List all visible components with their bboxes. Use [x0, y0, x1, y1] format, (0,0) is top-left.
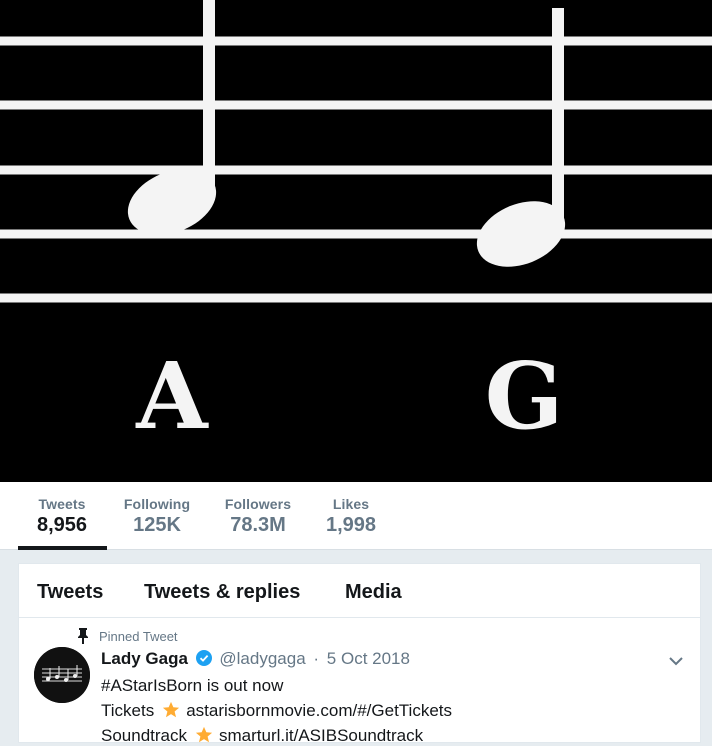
- profile-banner[interactable]: A G: [0, 0, 712, 482]
- star-icon: [195, 726, 213, 743]
- tweet-text-line-2: Tickets astarisbornmovie.com/#/GetTickets: [101, 701, 452, 721]
- stat-value: 8,956: [36, 514, 88, 536]
- stat-value: 1,998: [325, 514, 377, 536]
- active-stat-underline: [18, 546, 107, 550]
- stat-label: Following: [123, 496, 191, 512]
- banner-letter-g: G: [485, 342, 564, 450]
- stat-likes[interactable]: Likes 1,998: [320, 496, 382, 537]
- tab-tweets[interactable]: Tweets: [37, 581, 103, 604]
- tab-media[interactable]: Media: [345, 581, 402, 604]
- tickets-link[interactable]: astarisbornmovie.com/#/GetTickets: [186, 701, 452, 720]
- tweet-header: Lady Gaga @ladygaga · 5 Oct 2018: [101, 649, 410, 669]
- separator-dot: ·: [313, 649, 320, 668]
- author-handle[interactable]: @ladygaga: [219, 649, 305, 668]
- avatar-image: [34, 647, 90, 703]
- avatar[interactable]: [34, 647, 90, 703]
- stat-label: Tweets: [38, 496, 86, 512]
- tweet-date[interactable]: 5 Oct 2018: [327, 649, 410, 668]
- stat-followers[interactable]: Followers 78.3M: [222, 496, 294, 537]
- tweet-hashtag-text[interactable]: #AStarIsBorn is out now: [101, 676, 283, 695]
- timeline-tabs: Tweets Tweets & replies Media: [19, 564, 700, 618]
- star-icon: [163, 701, 180, 718]
- soundtrack-label: Soundtrack: [101, 726, 187, 745]
- pinned-label: Pinned Tweet: [99, 629, 178, 644]
- soundtrack-link[interactable]: smarturl.it/ASIBSoundtrack: [219, 726, 423, 745]
- tab-tweets-and-replies[interactable]: Tweets & replies: [144, 581, 300, 604]
- tickets-label: Tickets: [101, 701, 155, 720]
- stat-label: Likes: [332, 496, 370, 512]
- author-name[interactable]: Lady Gaga: [101, 649, 188, 668]
- timeline-panel: Tweets Tweets & replies Media Pinned Twe…: [18, 563, 701, 746]
- chevron-down-icon[interactable]: [668, 655, 684, 667]
- profile-stats-bar: Tweets 8,956 Following 125K Followers 78…: [0, 482, 712, 550]
- pin-icon: [78, 628, 88, 644]
- verified-icon: [195, 650, 212, 666]
- banner-music-staff: A G: [0, 0, 712, 482]
- stat-following[interactable]: Following 125K: [120, 496, 194, 537]
- banner-letter-a: A: [135, 342, 209, 450]
- stat-value: 125K: [133, 514, 181, 536]
- stat-label: Followers: [224, 496, 292, 512]
- stat-tweets[interactable]: Tweets 8,956: [30, 496, 94, 537]
- stat-value: 78.3M: [230, 514, 286, 536]
- tweet-text-line-3: Soundtrack smarturl.it/ASIBSoundtrack: [101, 726, 423, 746]
- tweet-text-line-1: #AStarIsBorn is out now: [101, 676, 283, 696]
